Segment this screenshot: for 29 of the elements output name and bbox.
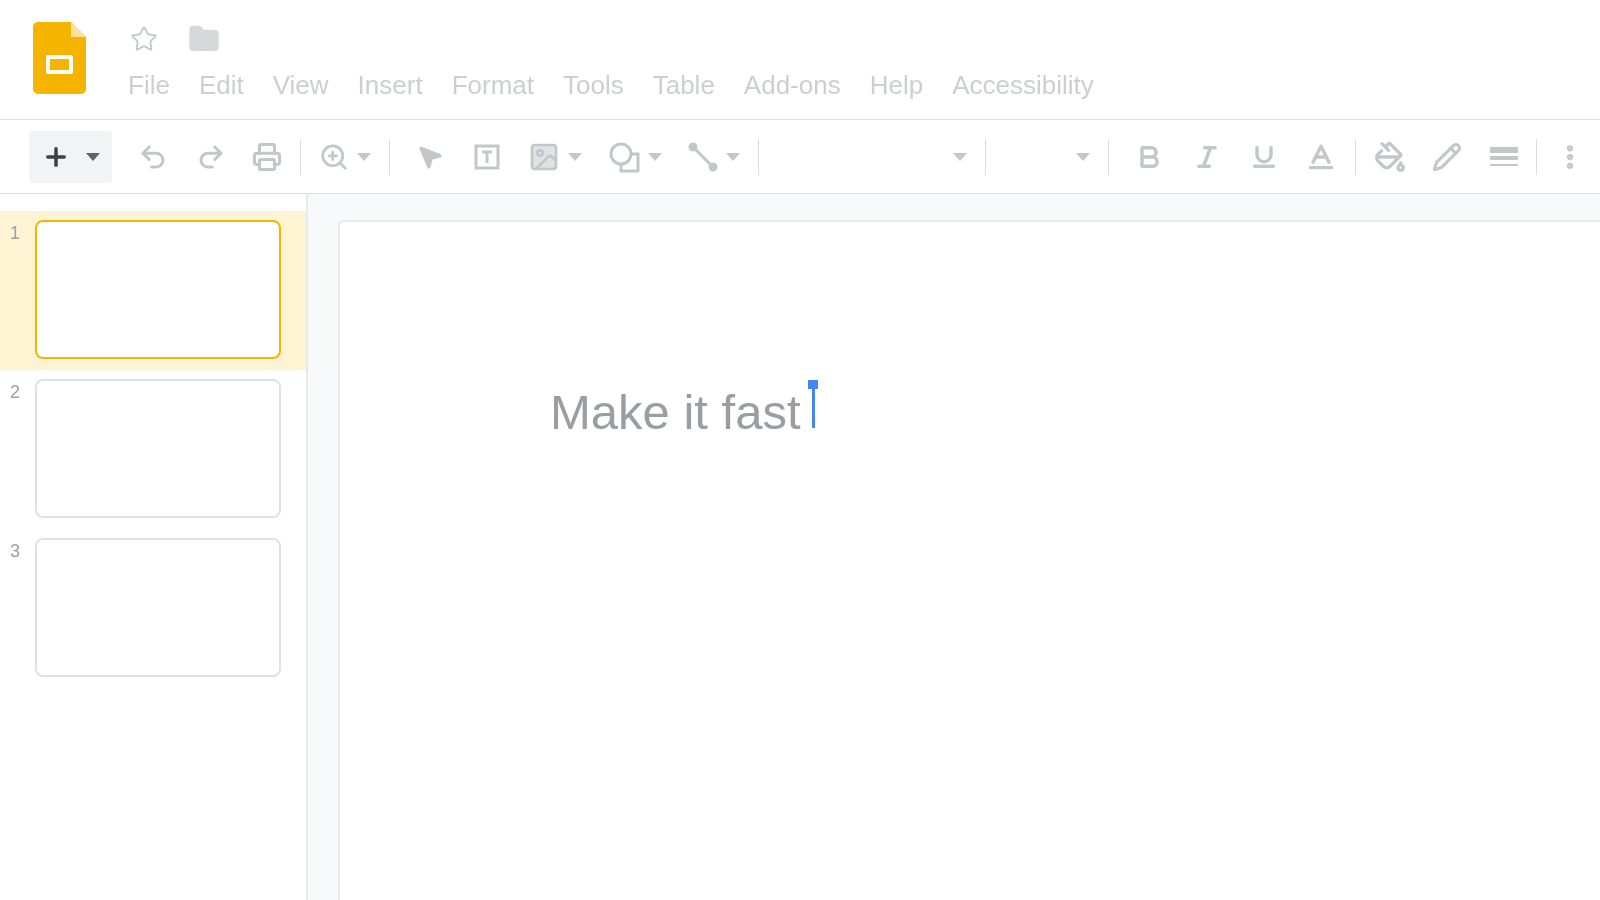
- fill-color-icon[interactable]: [1374, 140, 1406, 173]
- slide-title-text[interactable]: Make it fast: [550, 388, 801, 437]
- slides-logo[interactable]: [33, 22, 86, 94]
- border-weight-icon[interactable]: [1490, 144, 1518, 169]
- star-icon[interactable]: [130, 25, 158, 53]
- caret-icon: [85, 152, 100, 161]
- caret-icon: [726, 152, 740, 161]
- slide-number: 3: [9, 540, 21, 563]
- caret-icon: [648, 152, 662, 161]
- slide-thumbnail[interactable]: [35, 379, 281, 518]
- print-icon[interactable]: [252, 141, 282, 172]
- caret-icon: [357, 152, 371, 161]
- caret-icon: [953, 152, 967, 161]
- zoom-icon[interactable]: [319, 141, 349, 172]
- border-color-icon[interactable]: [1432, 141, 1462, 172]
- slide-thumbnail[interactable]: [35, 220, 281, 359]
- slide-number: 2: [9, 381, 21, 404]
- text-cursor-icon: [807, 380, 818, 428]
- slide-thumbnail-row[interactable]: 2: [0, 370, 306, 529]
- caret-icon: [568, 152, 582, 161]
- slide-thumbnail[interactable]: [35, 538, 281, 677]
- new-slide-button[interactable]: [29, 130, 112, 183]
- caret-icon: [1076, 152, 1090, 161]
- slide-canvas[interactable]: Make it fast: [338, 220, 1600, 900]
- line-icon[interactable]: [688, 141, 718, 172]
- slide-thumbnail-row[interactable]: 3: [0, 529, 306, 688]
- slide-thumbnail-row[interactable]: 1: [0, 211, 306, 370]
- slide-number: 1: [9, 222, 21, 245]
- shape-icon[interactable]: [608, 140, 640, 173]
